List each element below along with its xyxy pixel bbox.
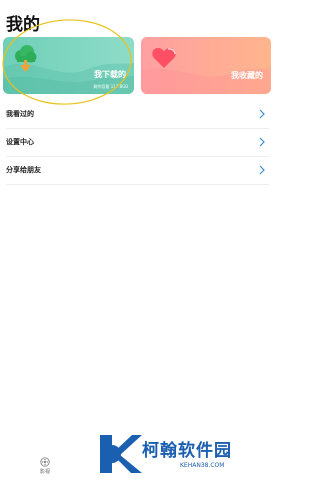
chevron-right-icon	[259, 109, 265, 119]
page-title: 我的	[6, 15, 40, 35]
profile-page: 我的 我下载的 剩余容量 117.8GB 我收藏的 我看过的 设置中心 分享给朋…	[0, 0, 275, 480]
settings-menu: 我看过的 设置中心 分享给朋友	[0, 101, 275, 185]
watermark-k-logo-icon	[100, 435, 142, 473]
downloads-label: 我下载的	[94, 70, 126, 79]
storage-remaining: 剩余容量 117.8GB	[93, 84, 128, 89]
menu-item-history[interactable]: 我看过的	[6, 101, 269, 129]
menu-item-settings[interactable]: 设置中心	[6, 129, 269, 157]
film-reel-icon	[40, 457, 50, 467]
tab-movies[interactable]: 影视	[34, 457, 56, 475]
menu-item-label: 设置中心	[6, 138, 34, 146]
downloads-card[interactable]: 我下载的 剩余容量 117.8GB	[3, 37, 134, 94]
heart-icon	[152, 47, 176, 68]
tab-label: 影视	[39, 469, 50, 475]
menu-item-label: 分享给朋友	[6, 166, 41, 174]
favorites-label: 我收藏的	[231, 71, 263, 80]
chevron-right-icon	[259, 137, 265, 147]
favorites-card[interactable]: 我收藏的	[141, 37, 271, 94]
cloud-download-icon	[15, 45, 37, 72]
menu-item-label: 我看过的	[6, 110, 34, 118]
watermark-domain: KEHAN38.COM	[180, 462, 225, 469]
watermark-name: 柯翰软件园	[142, 441, 232, 461]
watermark-logo: 柯翰软件园 KEHAN38.COM	[98, 433, 270, 475]
menu-item-share[interactable]: 分享给朋友	[6, 157, 269, 185]
chevron-right-icon	[259, 165, 265, 175]
